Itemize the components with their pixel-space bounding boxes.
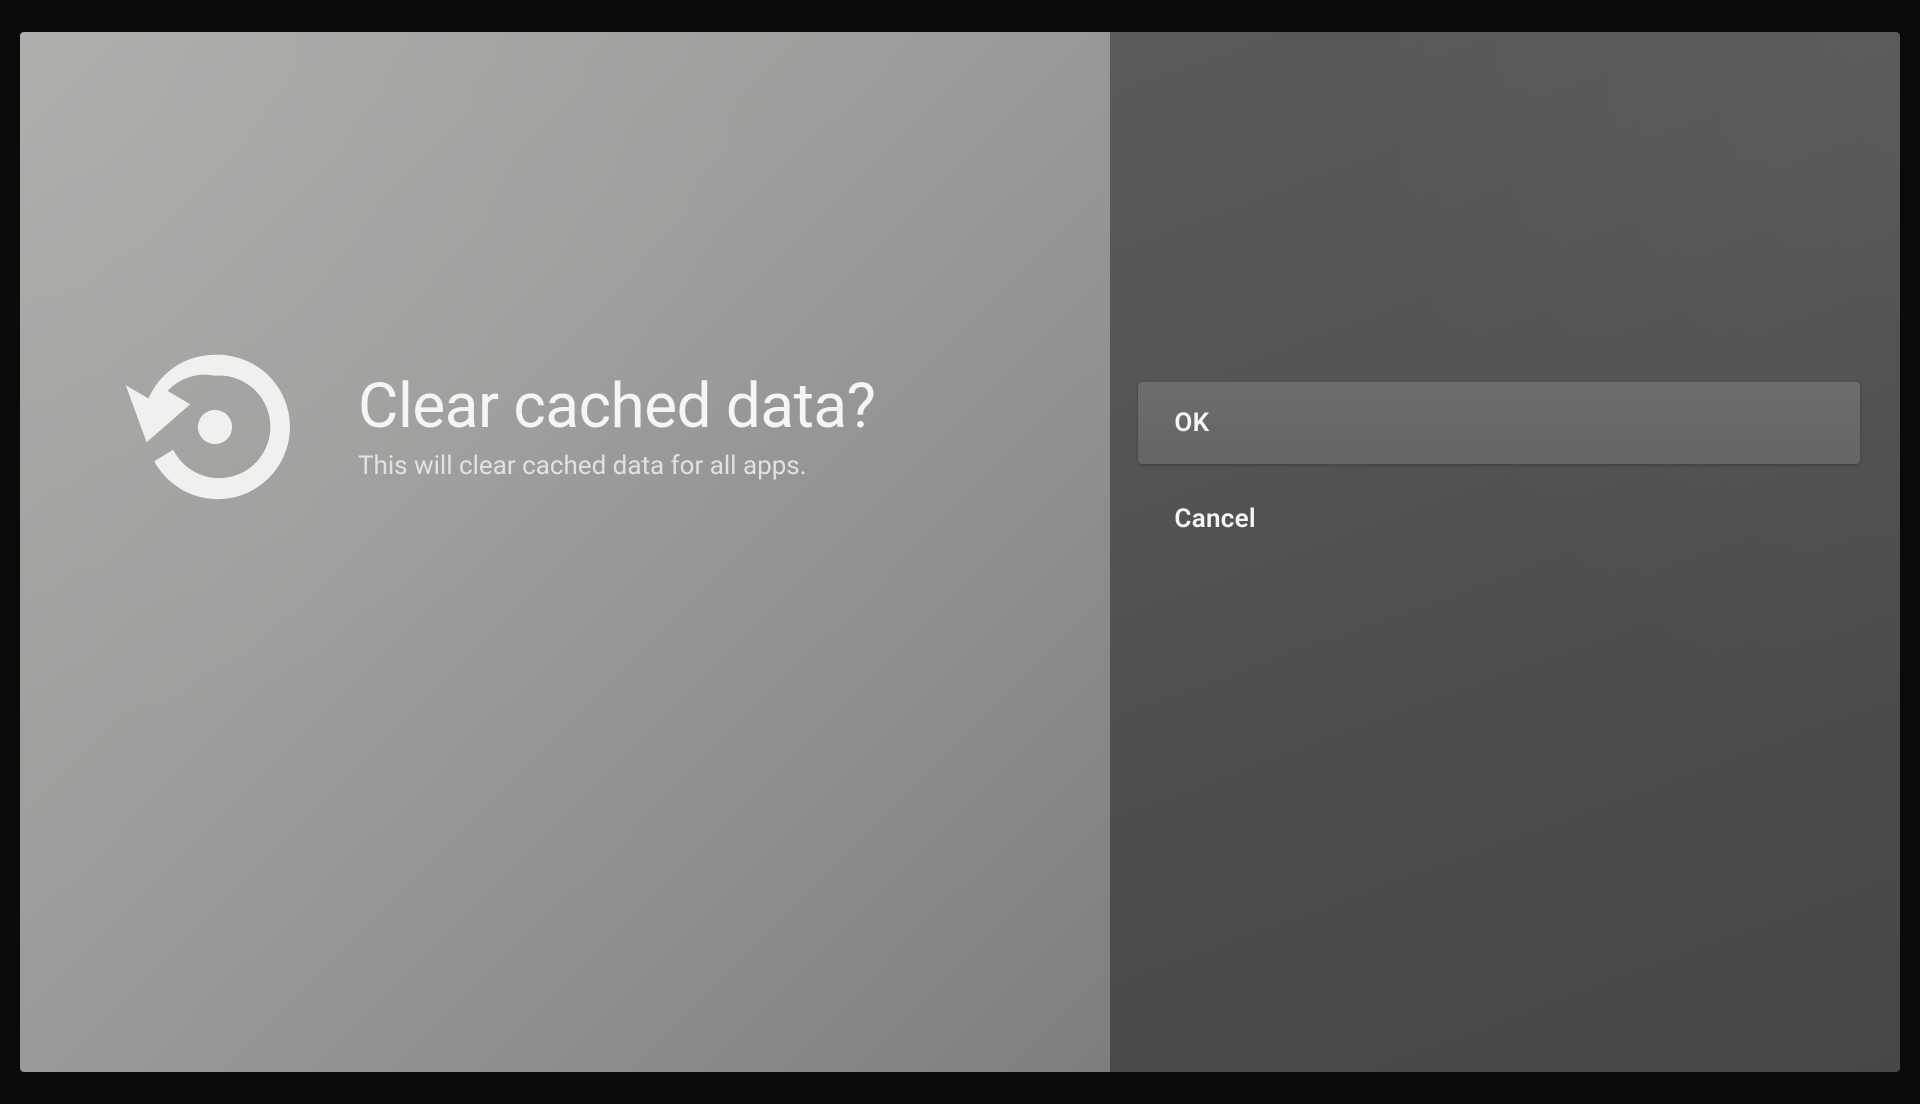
dialog-content: Clear cached data? This will clear cache…: [120, 332, 875, 522]
action-button-list: OK Cancel: [1138, 382, 1860, 560]
dialog-subtitle: This will clear cached data for all apps…: [358, 451, 875, 481]
confirmation-dialog: Clear cached data? This will clear cache…: [20, 32, 1900, 1072]
dialog-text: Clear cached data? This will clear cache…: [358, 373, 875, 481]
restore-icon: [120, 332, 310, 522]
dialog-actions-panel: OK Cancel: [1110, 32, 1900, 1072]
dialog-info-panel: Clear cached data? This will clear cache…: [20, 32, 1110, 1072]
dialog-title: Clear cached data?: [358, 373, 875, 441]
cancel-button-label: Cancel: [1174, 504, 1256, 534]
ok-button[interactable]: OK: [1138, 382, 1860, 464]
ok-button-label: OK: [1174, 408, 1209, 438]
cancel-button[interactable]: Cancel: [1138, 478, 1860, 560]
